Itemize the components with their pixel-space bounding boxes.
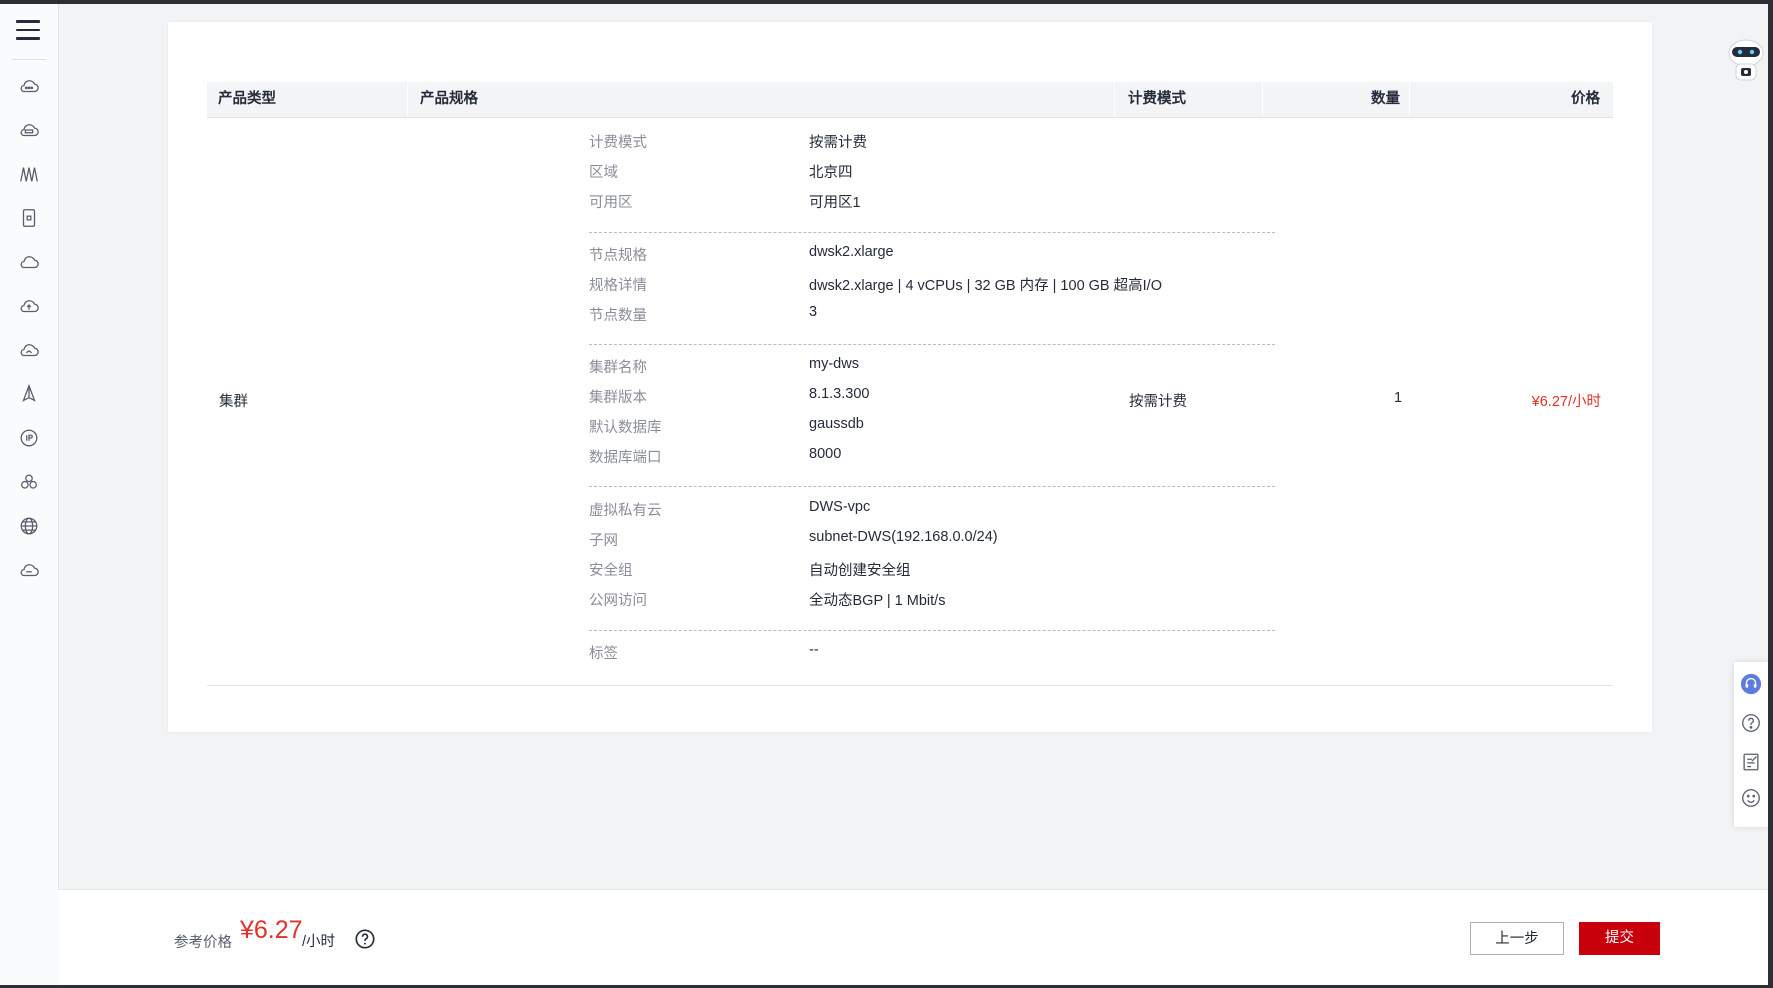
spec-label: 子网 [589, 533, 618, 549]
reference-price-unit: /小时 [302, 934, 336, 950]
spec-value: -- [809, 642, 819, 658]
spec-label: 默认数据库 [589, 420, 662, 436]
price-help-icon[interactable] [354, 928, 376, 950]
spec-label: 虚拟私有云 [589, 503, 662, 519]
spec-value: 全动态BGP | 1 Mbit/s [809, 593, 946, 609]
help-question-icon[interactable] [1739, 711, 1763, 735]
table-header: 产品类型 产品规格 计费模式 数量 价格 [207, 82, 1613, 118]
spec-divider [589, 486, 1275, 487]
submit-button[interactable]: 提交 [1579, 922, 1660, 955]
navigation-icon[interactable] [17, 382, 41, 406]
spec-value: DWS-vpc [809, 499, 871, 515]
spec-divider [589, 344, 1275, 345]
reference-price-label: 参考价格 [174, 935, 232, 951]
globe-icon[interactable] [17, 514, 41, 538]
product-type-cell: 集群 [219, 394, 248, 410]
order-summary-card: 产品类型 产品规格 计费模式 数量 价格 集群 按需计费 1 ¥6.27/小时 … [168, 22, 1652, 732]
menu-icon[interactable] [16, 20, 40, 40]
robot-assistant-icon[interactable] [1722, 36, 1768, 86]
footer-bar: 参考价格 ¥6.27 /小时 上一步 提交 [58, 889, 1768, 986]
cloud-server-icon[interactable] [17, 118, 41, 142]
spec-value: dwsk2.xlarge | 4 vCPUs | 32 GB 内存 | 100 … [809, 278, 1162, 294]
previous-step-button[interactable]: 上一步 [1470, 922, 1564, 955]
cluster-icon[interactable] [17, 470, 41, 494]
header-product-type: 产品类型 [218, 91, 276, 107]
sidebar-divider [12, 59, 46, 60]
billing-mode-cell: 按需计费 [1129, 394, 1187, 410]
price-cell: ¥6.27/小时 [1531, 394, 1601, 410]
spec-value: my-dws [809, 356, 859, 372]
spec-label: 规格详情 [589, 278, 647, 294]
spec-value: 8000 [809, 446, 842, 462]
spec-divider [589, 630, 1275, 631]
bars-chart-icon[interactable] [17, 162, 41, 186]
spec-label: 集群名称 [589, 360, 647, 376]
cloud-sync-icon[interactable] [17, 338, 41, 362]
spec-value: 按需计费 [809, 135, 867, 151]
header-separator [1262, 82, 1263, 117]
spec-label: 节点规格 [589, 248, 647, 264]
spec-label: 节点数量 [589, 308, 647, 324]
spec-label: 集群版本 [589, 390, 647, 406]
cloud-upload-icon[interactable] [17, 294, 41, 318]
edit-note-icon[interactable] [1739, 750, 1763, 774]
spec-value: 3 [809, 304, 818, 320]
cloud-gateway-icon[interactable] [17, 558, 41, 582]
header-separator [407, 82, 408, 117]
top-bar [0, 0, 1773, 4]
spec-divider [589, 232, 1275, 233]
spec-label: 可用区 [589, 195, 633, 211]
sidebar [0, 4, 59, 985]
spec-label: 计费模式 [589, 135, 647, 151]
table-row-border [207, 685, 1613, 686]
spec-label: 公网访问 [589, 593, 647, 609]
spec-label: 区域 [589, 165, 618, 181]
header-quantity: 数量 [1371, 91, 1400, 107]
spec-value: subnet-DWS(192.168.0.0/24) [809, 529, 998, 545]
cloud-dots-icon[interactable] [17, 74, 41, 98]
spec-value: 可用区1 [809, 195, 861, 211]
floating-toolbar [1734, 662, 1768, 827]
spec-value: dwsk2.xlarge [809, 244, 894, 260]
spec-value: gaussdb [809, 416, 864, 432]
ip-icon[interactable] [17, 426, 41, 450]
header-separator [1409, 82, 1410, 117]
customer-service-icon[interactable] [1739, 672, 1763, 696]
header-product-spec: 产品规格 [420, 91, 478, 107]
header-separator [1114, 82, 1115, 117]
header-billing-mode: 计费模式 [1128, 91, 1186, 107]
spec-label: 安全组 [589, 563, 633, 579]
reference-price-value: ¥6.27 [240, 916, 303, 944]
header-price: 价格 [1571, 91, 1600, 107]
quantity-cell: 1 [1394, 390, 1403, 406]
spec-value: 8.1.3.300 [809, 386, 870, 402]
cloud-icon[interactable] [17, 250, 41, 274]
spec-value: 自动创建安全组 [809, 563, 911, 579]
spec-label: 数据库端口 [589, 450, 662, 466]
feedback-smile-icon[interactable] [1739, 786, 1763, 810]
spec-label: 标签 [589, 646, 618, 662]
storage-device-icon[interactable] [17, 206, 41, 230]
window-edge [1768, 0, 1773, 988]
spec-value: 北京四 [809, 165, 853, 181]
